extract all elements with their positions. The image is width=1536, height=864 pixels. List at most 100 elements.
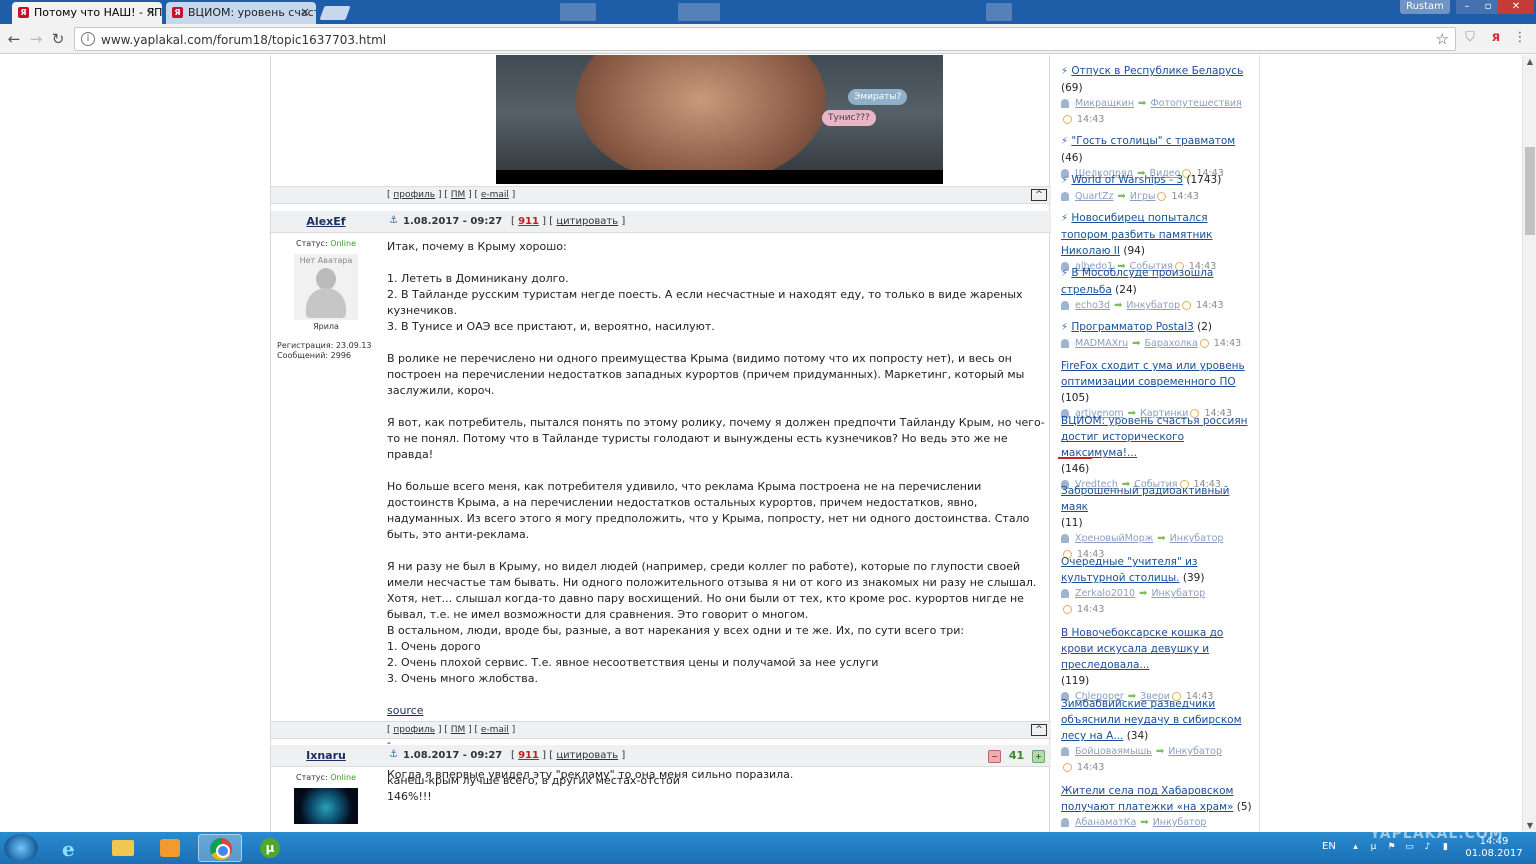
post-paragraph: Но больше всего меня, как потребителя уд… bbox=[387, 480, 1033, 541]
taskbar-chrome-icon[interactable] bbox=[198, 834, 242, 862]
taskbar-explorer-icon[interactable] bbox=[100, 834, 144, 862]
url-text[interactable]: www.yaplakal.com/forum18/topic1637703.ht… bbox=[101, 33, 386, 47]
taskbar-media-player-icon[interactable] bbox=[148, 834, 192, 862]
start-button[interactable] bbox=[4, 834, 38, 862]
topic-link[interactable]: В Мособлсуде произошла стрельба bbox=[1061, 267, 1213, 296]
scroll-top-button[interactable]: ^ bbox=[1031, 189, 1047, 201]
pm-link[interactable]: ПМ bbox=[451, 190, 466, 200]
tray-monitor-icon[interactable]: ▭ bbox=[1404, 842, 1415, 853]
tab-inactive[interactable]: Я ВЦИОМ: уровень счаст... × bbox=[166, 2, 316, 24]
source-link[interactable]: source bbox=[387, 703, 1045, 719]
post-footer-links: [ профиль ] [ ПМ ] [ e-mail ] bbox=[387, 725, 516, 735]
system-clock[interactable]: 14:49 01.08.2017 bbox=[1462, 836, 1526, 860]
post-author[interactable]: AlexEf bbox=[271, 215, 381, 228]
topic-category[interactable]: Инкубатор bbox=[1153, 817, 1207, 828]
rate-down-icon[interactable]: − bbox=[988, 749, 1001, 763]
close-window-icon[interactable]: ✕ bbox=[1498, 0, 1534, 14]
user-rank: Ярила bbox=[313, 322, 339, 331]
topic-category[interactable]: Инкубатор bbox=[1126, 300, 1180, 311]
post-anchor-icon[interactable]: ⚓ bbox=[389, 215, 398, 226]
topic-user[interactable]: Zerkalo2010 bbox=[1075, 588, 1135, 599]
topic-link[interactable]: Заброшенный радиоактивный маяк bbox=[1061, 485, 1229, 513]
topic-link[interactable]: "Гость столицы" с травматом bbox=[1071, 135, 1235, 147]
quote-link[interactable]: цитировать bbox=[556, 750, 618, 761]
maximize-icon[interactable]: ▫ bbox=[1478, 0, 1498, 14]
post-author[interactable]: Ixnaru bbox=[271, 749, 381, 762]
post-number[interactable]: 911 bbox=[518, 750, 539, 761]
sidebar-topic: ⚡ World of Warships - 3 (1743) QuartZz ➡ И… bbox=[1061, 172, 1253, 205]
menu-icon[interactable]: ⋮ bbox=[1512, 30, 1528, 48]
bookmark-star-icon[interactable]: ☆ bbox=[1436, 30, 1449, 48]
profile-button[interactable]: Rustam bbox=[1400, 0, 1450, 14]
email-link[interactable]: e-mail bbox=[481, 190, 509, 200]
scroll-up-icon[interactable]: ▲ bbox=[1525, 57, 1535, 66]
topic-category[interactable]: Игры bbox=[1130, 191, 1156, 202]
user-icon bbox=[1061, 589, 1069, 598]
yaplakal-favicon: Я bbox=[172, 7, 183, 18]
forward-icon[interactable]: → bbox=[26, 29, 46, 49]
tray-flag-icon[interactable]: ⚑ bbox=[1386, 842, 1397, 853]
site-info-icon[interactable]: i bbox=[81, 32, 95, 46]
page-scrollbar[interactable]: ▲ ▼ bbox=[1522, 55, 1536, 832]
language-indicator[interactable]: EN bbox=[1322, 841, 1336, 852]
taskbar-utorrent-icon[interactable]: µ bbox=[248, 834, 292, 862]
post-anchor-icon[interactable]: ⚓ bbox=[389, 749, 398, 760]
quote-link[interactable]: цитировать bbox=[556, 216, 618, 227]
topic-user[interactable]: echo3d bbox=[1075, 300, 1110, 311]
yandex-extension-icon[interactable]: я bbox=[1488, 30, 1504, 48]
video-frame[interactable]: Эмираты? Тунис??? bbox=[496, 55, 943, 184]
scrollbar-thumb[interactable] bbox=[1525, 147, 1535, 235]
topic-link[interactable]: World of Warships - 3 bbox=[1071, 174, 1183, 186]
minimize-icon[interactable]: – bbox=[1456, 0, 1478, 14]
topic-link[interactable]: В Новочебоксарске кошка до крови искусал… bbox=[1061, 627, 1223, 671]
topic-link[interactable]: Зимбабвийские разведчики объяснили неуда… bbox=[1061, 698, 1242, 742]
topic-link[interactable]: FireFox сходит с ума или уровень оптимиз… bbox=[1061, 360, 1245, 388]
post-date: 1.08.2017 - 09:27 bbox=[403, 750, 503, 761]
tray-volume-icon[interactable]: ♪ bbox=[1422, 842, 1433, 853]
topic-category[interactable]: Инкубатор bbox=[1168, 746, 1222, 757]
shield-extension-icon[interactable]: ⛉ bbox=[1462, 30, 1478, 48]
clock-date: 01.08.2017 bbox=[1465, 848, 1523, 859]
topic-user[interactable]: Бойцоваямышь bbox=[1075, 746, 1152, 757]
user-icon bbox=[1061, 818, 1069, 827]
post-date: 1.08.2017 - 09:27 bbox=[403, 216, 503, 227]
address-bar[interactable]: i www.yaplakal.com/forum18/topic1637703.… bbox=[74, 27, 1456, 51]
tray-power-icon[interactable]: ▮ bbox=[1440, 842, 1451, 853]
scroll-down-icon[interactable]: ▼ bbox=[1525, 821, 1535, 830]
email-link[interactable]: e-mail bbox=[481, 725, 509, 735]
topic-link[interactable]: Программатор Postal3 bbox=[1071, 321, 1193, 333]
topic-link[interactable]: Жители села под Хабаровском получают пла… bbox=[1061, 785, 1233, 813]
topic-category[interactable]: Фотопутешествия bbox=[1150, 98, 1241, 109]
tab-close-icon[interactable]: × bbox=[146, 5, 156, 19]
tray-network-icon[interactable]: ▴ bbox=[1350, 842, 1361, 853]
topic-category[interactable]: Инкубатор bbox=[1170, 533, 1224, 544]
pm-link[interactable]: ПМ bbox=[451, 725, 466, 735]
red-underline-annotation bbox=[1058, 457, 1092, 459]
user-icon bbox=[1061, 534, 1069, 543]
new-tab-button[interactable] bbox=[319, 6, 351, 20]
profile-link[interactable]: профиль bbox=[393, 190, 435, 200]
scroll-top-button[interactable]: ^ bbox=[1031, 724, 1047, 736]
topic-user[interactable]: MADMAXru bbox=[1075, 338, 1128, 349]
back-icon[interactable]: ← bbox=[4, 29, 24, 49]
profile-link[interactable]: профиль bbox=[393, 725, 435, 735]
reload-icon[interactable]: ↻ bbox=[48, 29, 68, 49]
taskbar-ie-icon[interactable]: e bbox=[50, 834, 94, 862]
topic-category[interactable]: Инкубатор bbox=[1151, 588, 1205, 599]
user-panel: Статус: Online Нет Аватара Ярила bbox=[271, 239, 381, 331]
topic-link[interactable]: Отпуск в Республике Беларусь bbox=[1071, 65, 1243, 77]
rate-up-icon[interactable]: + bbox=[1032, 749, 1045, 763]
tab-active[interactable]: Я Потому что НАШ! - ЯП... × bbox=[12, 2, 162, 24]
topic-category[interactable]: Барахолка bbox=[1145, 338, 1198, 349]
tab-close-icon[interactable]: × bbox=[300, 5, 310, 19]
tray-utorrent-icon[interactable]: µ bbox=[1368, 842, 1379, 853]
post-number[interactable]: 911 bbox=[518, 216, 539, 227]
topic-user[interactable]: Микращкин bbox=[1075, 98, 1134, 109]
topic-time: 14:43 bbox=[1196, 300, 1224, 311]
topic-user[interactable]: ХреновыйМорж bbox=[1075, 533, 1153, 544]
topic-link[interactable]: Очередные "учителя" из культурной столиц… bbox=[1061, 556, 1198, 584]
topic-user[interactable]: QuartZz bbox=[1075, 191, 1113, 202]
topic-link[interactable]: ВЦИОМ: уровень счастья россиян достиг ис… bbox=[1061, 415, 1248, 459]
topic-user[interactable]: АбанаматКа bbox=[1075, 817, 1136, 828]
post-paragraph: В ролике не перечислено ни одного преиму… bbox=[387, 352, 1028, 397]
